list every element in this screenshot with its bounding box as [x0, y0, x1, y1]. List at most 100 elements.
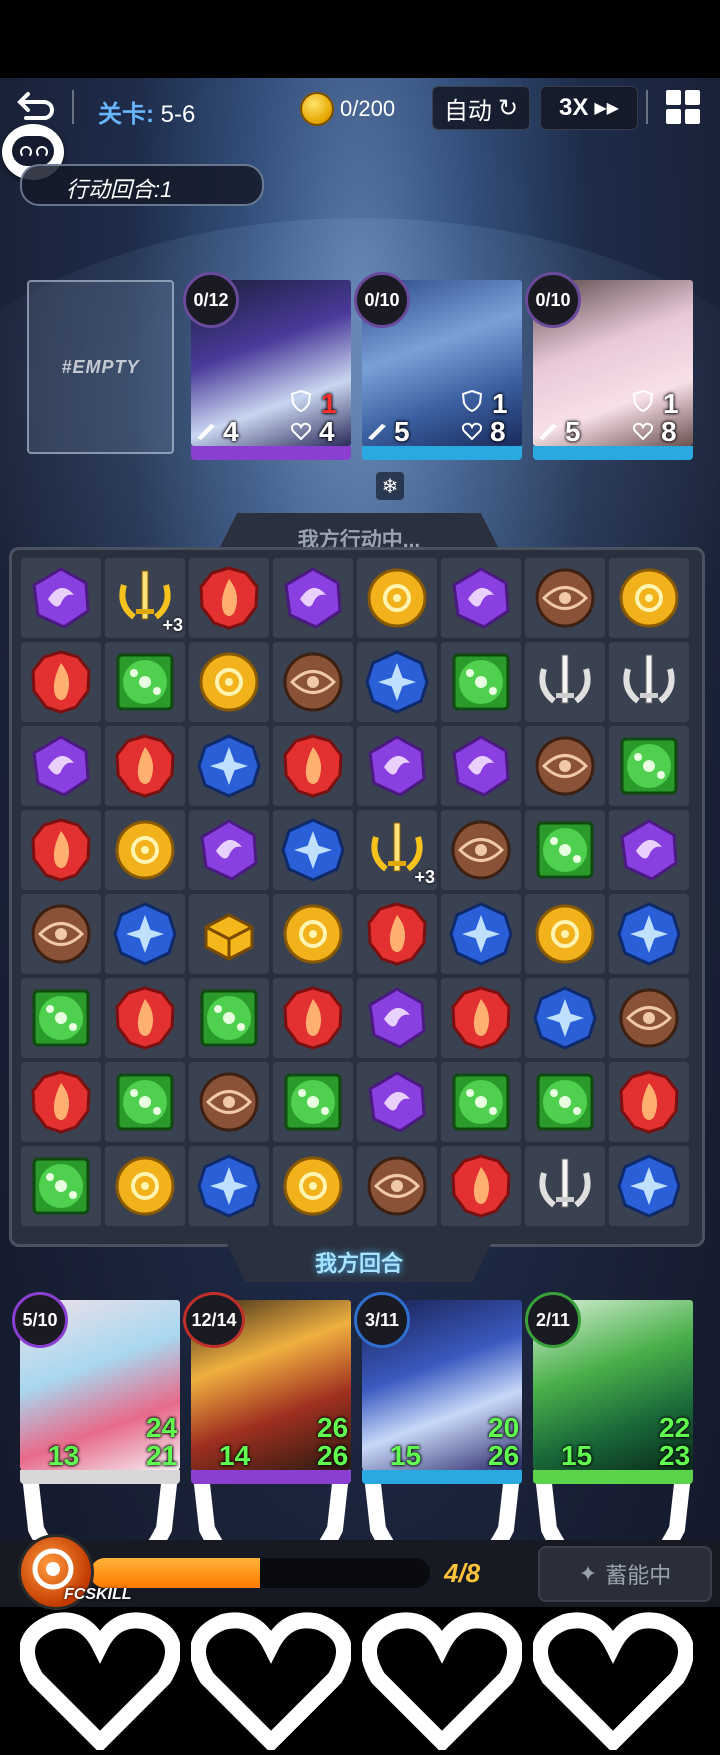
- stage-label: 关卡:: [98, 101, 154, 128]
- menu-grid-icon[interactable]: [666, 90, 700, 124]
- purple-vortex-gem-icon: [364, 1069, 430, 1135]
- charge-button[interactable]: ✦ 蓄能中: [538, 1546, 712, 1602]
- empty-label: #EMPTY: [61, 356, 140, 377]
- board-cell[interactable]: [525, 726, 605, 806]
- board-cell[interactable]: [105, 894, 185, 974]
- red-flame-gem-icon: [280, 985, 346, 1051]
- hero-attack: 14: [219, 1440, 251, 1471]
- shield-icon: [462, 390, 482, 412]
- board-cell[interactable]: [441, 726, 521, 806]
- blue-flower-gem-icon: [112, 901, 178, 967]
- blue-flower-gem-icon: [196, 1153, 262, 1219]
- board-cell[interactable]: [21, 978, 101, 1058]
- board-cell[interactable]: [441, 558, 521, 638]
- board-cell[interactable]: [609, 1146, 689, 1226]
- board-cell[interactable]: [21, 894, 101, 974]
- board-cell[interactable]: [525, 642, 605, 722]
- board-cell[interactable]: [189, 894, 269, 974]
- board-cell[interactable]: [525, 1062, 605, 1142]
- auto-label: 自动: [443, 97, 492, 125]
- silver-sword-gem-icon: [532, 649, 598, 715]
- board-cell[interactable]: [609, 558, 689, 638]
- board-cell[interactable]: [357, 726, 437, 806]
- board-cell[interactable]: [525, 978, 605, 1058]
- board-cell[interactable]: [273, 1146, 353, 1226]
- counter-text: 0/10: [535, 289, 571, 310]
- board-cell[interactable]: [105, 642, 185, 722]
- energy-counter: 4/8: [444, 1558, 481, 1588]
- board-cell[interactable]: [441, 894, 521, 974]
- enemy-card[interactable]: 1 5 8 0/10: [354, 272, 522, 460]
- board-cell[interactable]: [189, 558, 269, 638]
- brown-eye-gem-icon: [364, 1153, 430, 1219]
- board-cell[interactable]: [21, 1146, 101, 1226]
- board-cell[interactable]: [189, 978, 269, 1058]
- board-cell[interactable]: [441, 810, 521, 890]
- enemy-element-bar: [533, 446, 693, 460]
- board-cell[interactable]: +3: [357, 810, 437, 890]
- board-cell[interactable]: [189, 642, 269, 722]
- board-cell[interactable]: [189, 1146, 269, 1226]
- board-cell[interactable]: [105, 978, 185, 1058]
- board-cell[interactable]: [273, 894, 353, 974]
- board-cell[interactable]: [609, 810, 689, 890]
- board-cell[interactable]: +3: [105, 558, 185, 638]
- board-cell[interactable]: [441, 1062, 521, 1142]
- board-cell[interactable]: [609, 894, 689, 974]
- speed-button[interactable]: 3X ▶▶: [540, 86, 638, 130]
- heart-icon: [291, 422, 311, 440]
- board-cell[interactable]: [357, 978, 437, 1058]
- hero-skill-counter: 12/14: [183, 1292, 245, 1348]
- board-cell[interactable]: [441, 1146, 521, 1226]
- board-cell[interactable]: [441, 642, 521, 722]
- board-cell[interactable]: [21, 642, 101, 722]
- hero-card[interactable]: 20 15 26 3/11: [354, 1292, 523, 1754]
- board-cell[interactable]: [105, 810, 185, 890]
- board-cell[interactable]: [189, 726, 269, 806]
- board-cell[interactable]: [189, 1062, 269, 1142]
- board-cell[interactable]: [357, 1146, 437, 1226]
- board-cell[interactable]: [441, 978, 521, 1058]
- board-cell[interactable]: [525, 558, 605, 638]
- board-cell[interactable]: [21, 810, 101, 890]
- enemy-card[interactable]: 1 5 8 0/10: [525, 272, 693, 460]
- board-cell[interactable]: [273, 726, 353, 806]
- board-cell[interactable]: [21, 558, 101, 638]
- hero-card[interactable]: 24 13 21 5/10: [12, 1292, 181, 1754]
- hero-card[interactable]: 22 15 23 2/11: [525, 1292, 694, 1754]
- brown-eye-gem-icon: [448, 817, 514, 883]
- board-cell[interactable]: [525, 894, 605, 974]
- hero-card[interactable]: 26 14 26 12/14: [183, 1292, 352, 1754]
- board-cell[interactable]: [189, 810, 269, 890]
- board-cell[interactable]: [525, 1146, 605, 1226]
- board-cell[interactable]: [357, 1062, 437, 1142]
- blue-flower-gem-icon: [532, 985, 598, 1051]
- back-button[interactable]: [14, 88, 58, 128]
- mascot-eye: [20, 146, 32, 158]
- board-cell[interactable]: [357, 894, 437, 974]
- board-cell[interactable]: [609, 1062, 689, 1142]
- auto-button[interactable]: 自动 ↻: [432, 86, 530, 130]
- board-cell[interactable]: [105, 1146, 185, 1226]
- blue-flower-gem-icon: [280, 817, 346, 883]
- board-cell[interactable]: [21, 726, 101, 806]
- board-cell[interactable]: [357, 642, 437, 722]
- stage-value: 5-6: [160, 101, 196, 128]
- enemy-card[interactable]: 1 4 4 0/12: [183, 272, 351, 460]
- board-cell[interactable]: [273, 978, 353, 1058]
- board-cell[interactable]: [273, 1062, 353, 1142]
- green-molecule-gem-icon: [532, 817, 598, 883]
- board-cell[interactable]: [21, 1062, 101, 1142]
- board-cell[interactable]: [609, 642, 689, 722]
- board-cell[interactable]: [105, 1062, 185, 1142]
- mascot-eye: [36, 146, 48, 158]
- board-cell[interactable]: [105, 726, 185, 806]
- board-cell[interactable]: [609, 978, 689, 1058]
- board-cell[interactable]: [273, 642, 353, 722]
- board-cell[interactable]: [357, 558, 437, 638]
- board-cell[interactable]: [273, 810, 353, 890]
- board-cell[interactable]: [609, 726, 689, 806]
- attack-icon: [197, 424, 215, 440]
- board-cell[interactable]: [525, 810, 605, 890]
- board-cell[interactable]: [273, 558, 353, 638]
